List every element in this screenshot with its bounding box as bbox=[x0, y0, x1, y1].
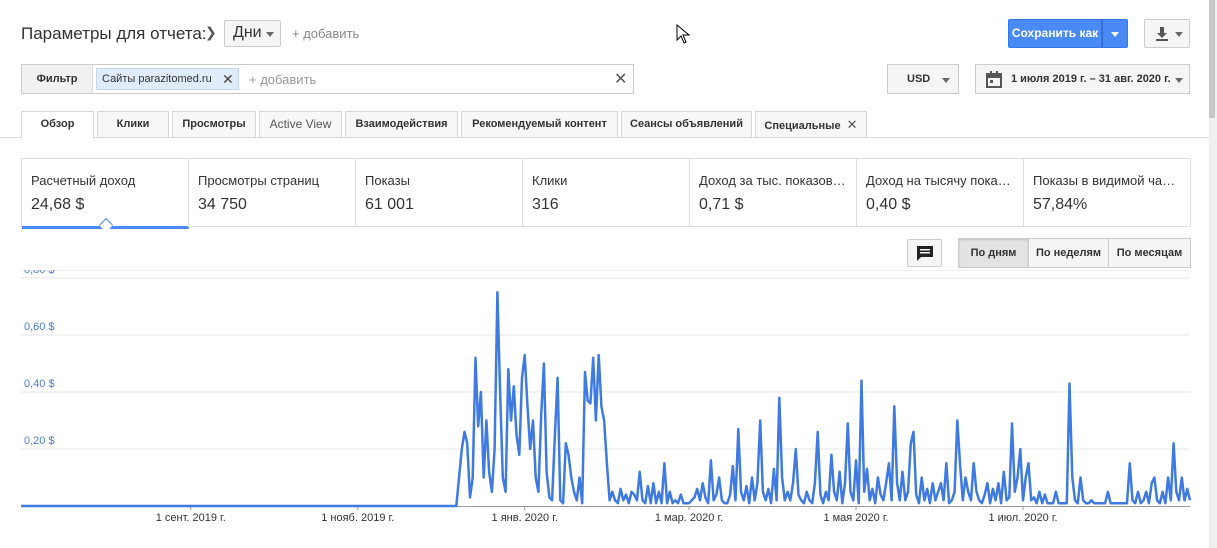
period-toggle: По дням По неделям По месяцам bbox=[958, 238, 1191, 268]
metric-cards: Расчетный доход 24,68 $ Просмотры страни… bbox=[21, 158, 1191, 233]
tab-custom-label: Специальные bbox=[764, 120, 841, 132]
report-params-title: Параметры для отчета: bbox=[21, 24, 207, 43]
download-button[interactable] bbox=[1144, 19, 1190, 48]
metric-label: Расчетный доход bbox=[31, 173, 136, 188]
tab-ad-sessions[interactable]: Сеансы объявлений bbox=[621, 111, 752, 138]
caret-down-icon bbox=[942, 78, 950, 83]
add-dimension-link[interactable]: + добавить bbox=[292, 26, 359, 41]
filter-button[interactable]: Фильтр bbox=[22, 65, 93, 93]
metric-card-impressions[interactable]: Показы 61 001 bbox=[356, 159, 523, 226]
filter-add-input[interactable]: + добавить bbox=[249, 72, 316, 87]
dimension-value: Дни bbox=[233, 24, 262, 41]
tab-active-view[interactable]: Active View bbox=[259, 111, 342, 138]
metric-value: 61 001 bbox=[365, 196, 414, 213]
period-monthly-button[interactable]: По месяцам bbox=[1109, 239, 1190, 267]
y-tick-label: 0,40 $ bbox=[24, 378, 55, 390]
metric-value: 316 bbox=[532, 196, 559, 213]
x-tick-label: 1 мар. 2020 г. bbox=[655, 512, 723, 524]
y-tick-label: 0,20 $ bbox=[24, 435, 55, 447]
metric-card-rpm[interactable]: Доход на тысячу пока… 0,40 $ bbox=[857, 159, 1024, 226]
tab-custom[interactable]: Специальные ✕ bbox=[755, 111, 867, 138]
tab-clicks[interactable]: Клики bbox=[97, 111, 169, 138]
clear-filter-icon[interactable]: ✕ bbox=[614, 69, 627, 89]
comment-icon bbox=[917, 246, 933, 261]
metric-value: 0,71 $ bbox=[699, 196, 744, 213]
caret-down-icon bbox=[1175, 78, 1183, 83]
metric-value: 0,40 $ bbox=[866, 196, 911, 213]
currency-value: USD bbox=[907, 73, 931, 85]
caret-down-icon bbox=[1175, 32, 1183, 37]
page-scrollbar[interactable] bbox=[1209, 0, 1217, 548]
period-weekly-button[interactable]: По неделям bbox=[1029, 239, 1109, 267]
tab-views[interactable]: Просмотры bbox=[172, 111, 256, 138]
metric-card-rpm-impressions[interactable]: Доход за тыс. показов… 0,71 $ bbox=[690, 159, 857, 226]
x-tick-label: 1 янв. 2020 г. bbox=[492, 512, 558, 524]
x-tick-label: 1 мая 2020 г. bbox=[823, 512, 888, 524]
caret-down-icon bbox=[266, 32, 274, 37]
annotation-button[interactable] bbox=[907, 239, 942, 267]
y-tick-label: 0,80 $ bbox=[24, 270, 55, 276]
metric-label: Показы bbox=[365, 173, 410, 188]
close-icon[interactable]: ✕ bbox=[847, 117, 858, 132]
mouse-cursor-icon bbox=[676, 24, 690, 44]
x-tick-label: 1 нояб. 2019 г. bbox=[321, 512, 394, 524]
chevron-right-icon: ❯ bbox=[205, 24, 217, 40]
metric-label: Доход за тыс. показов… bbox=[699, 173, 846, 188]
selected-indicator bbox=[98, 217, 114, 233]
metric-value: 24,68 $ bbox=[31, 196, 85, 213]
metric-label: Доход на тысячу пока… bbox=[866, 173, 1011, 188]
close-icon[interactable]: ✕ bbox=[222, 69, 234, 89]
calendar-icon bbox=[986, 71, 1002, 88]
currency-select[interactable]: USD bbox=[887, 64, 959, 94]
filter-chip-label: Сайты parazitomed.ru bbox=[102, 73, 212, 85]
caret-down-icon bbox=[1111, 32, 1119, 37]
y-tick-label: 0,60 $ bbox=[24, 321, 55, 333]
revenue-series-line bbox=[21, 291, 1192, 508]
filter-bar: Фильтр Сайты parazitomed.ru ✕ + добавить… bbox=[21, 64, 634, 94]
metric-value: 57,84% bbox=[1033, 196, 1088, 213]
metric-label: Показы в видимой ча… bbox=[1033, 173, 1176, 188]
metric-card-revenue[interactable]: Расчетный доход 24,68 $ bbox=[22, 159, 189, 233]
period-daily-button[interactable]: По дням bbox=[959, 239, 1029, 267]
tab-overview[interactable]: Обзор bbox=[21, 111, 94, 139]
x-tick-label: 1 сент. 2019 г. bbox=[156, 512, 226, 524]
dimension-select[interactable]: Дни bbox=[224, 20, 281, 47]
save-as-dropdown-button[interactable] bbox=[1102, 19, 1128, 48]
x-tick-label: 1 июл. 2020 г. bbox=[988, 512, 1057, 524]
metric-card-pageviews[interactable]: Просмотры страниц 34 750 bbox=[189, 159, 356, 226]
metric-card-clicks[interactable]: Клики 316 bbox=[523, 159, 690, 226]
revenue-line-chart: 0,20 $ 0,40 $ 0,60 $ 0,80 $ 1 сент. 2019 г. 1… bbox=[21, 270, 1192, 524]
date-range-select[interactable]: 1 июля 2019 г. – 31 авг. 2020 г. bbox=[975, 64, 1190, 94]
metric-card-viewability[interactable]: Показы в видимой ча… 57,84% bbox=[1024, 159, 1190, 226]
metric-value: 34 750 bbox=[198, 196, 247, 213]
metric-label: Просмотры страниц bbox=[198, 173, 320, 188]
tab-interactions[interactable]: Взаимодействия bbox=[345, 111, 458, 138]
date-range-value: 1 июля 2019 г. – 31 авг. 2020 г. bbox=[1011, 73, 1171, 85]
metric-label: Клики bbox=[532, 173, 568, 188]
download-icon bbox=[1156, 27, 1168, 41]
filter-chip[interactable]: Сайты parazitomed.ru ✕ bbox=[96, 68, 239, 90]
tab-recommended-content[interactable]: Рекомендуемый контент bbox=[461, 111, 618, 138]
save-as-button[interactable]: Сохранить как bbox=[1008, 19, 1102, 48]
scrollbar-thumb[interactable] bbox=[1209, 0, 1215, 118]
